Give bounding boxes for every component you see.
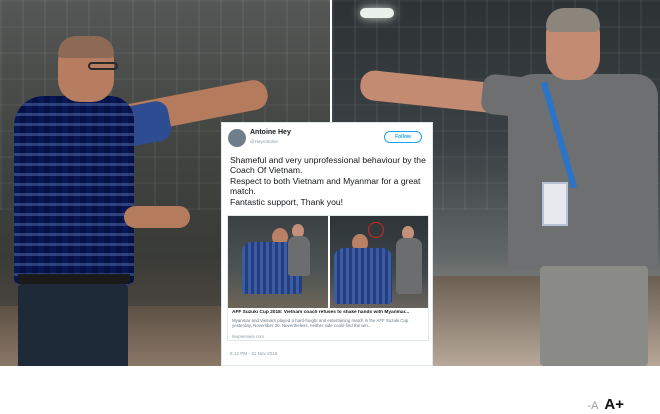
coach-hair	[58, 36, 114, 58]
lower-arm	[124, 206, 190, 228]
highlight-circle	[368, 222, 384, 238]
tweet-author-name[interactable]: Antoine Hey	[250, 129, 291, 136]
font-size-controls: -A A+	[587, 396, 624, 413]
tweet-author-handle[interactable]: @HeyAntoine	[250, 139, 278, 144]
follow-button[interactable]: Follow	[384, 131, 422, 143]
shirt-sleeve	[480, 73, 540, 119]
figure-shirt	[288, 236, 310, 276]
trousers	[18, 284, 128, 366]
trousers	[540, 266, 648, 366]
tweet-photo-right	[330, 216, 428, 308]
tweet-text-line: Respect to both Vietnam and Myanmar for …	[230, 175, 421, 197]
tweet-header: Antoine Hey @HeyAntoine Follow	[228, 129, 426, 151]
news-photo-collage: Antoine Hey @HeyAntoine Follow Shameful …	[0, 0, 660, 366]
link-card-description: Myanmar and Vietnam played a hard-fought…	[232, 318, 409, 329]
shirt-pattern	[14, 96, 134, 286]
coach-hair	[546, 8, 600, 32]
avatar[interactable]	[228, 129, 246, 147]
embedded-tweet-card: Antoine Hey @HeyAntoine Follow Shameful …	[221, 122, 433, 366]
figure-shirt	[396, 238, 422, 294]
glasses	[88, 62, 118, 70]
tweet-link-card[interactable]: AFF Suzuki Cup 2018: Vietnam coach refus…	[227, 215, 429, 341]
tweet-timestamp[interactable]: 6:12 PM - 21 Nov 2018	[230, 351, 277, 356]
tweet-photo-left	[228, 216, 328, 308]
tweet-text-line: Fantastic support, Thank you!	[230, 196, 344, 207]
belt	[18, 274, 130, 284]
link-card-title: AFF Suzuki Cup 2018: Vietnam coach refus…	[232, 310, 410, 315]
figure-shirt	[334, 248, 392, 304]
decrease-font-button[interactable]: -A	[587, 400, 598, 412]
link-card-domain: livepremiere.com	[232, 334, 264, 339]
tweet-text-line: Shameful and very unprofessional behavio…	[230, 155, 426, 176]
tweet-text: Shameful and very unprofessional behavio…	[230, 155, 428, 207]
accreditation-badge	[542, 182, 568, 226]
increase-font-button[interactable]: A+	[604, 396, 624, 413]
vietnam-coach-figure	[12, 30, 271, 366]
